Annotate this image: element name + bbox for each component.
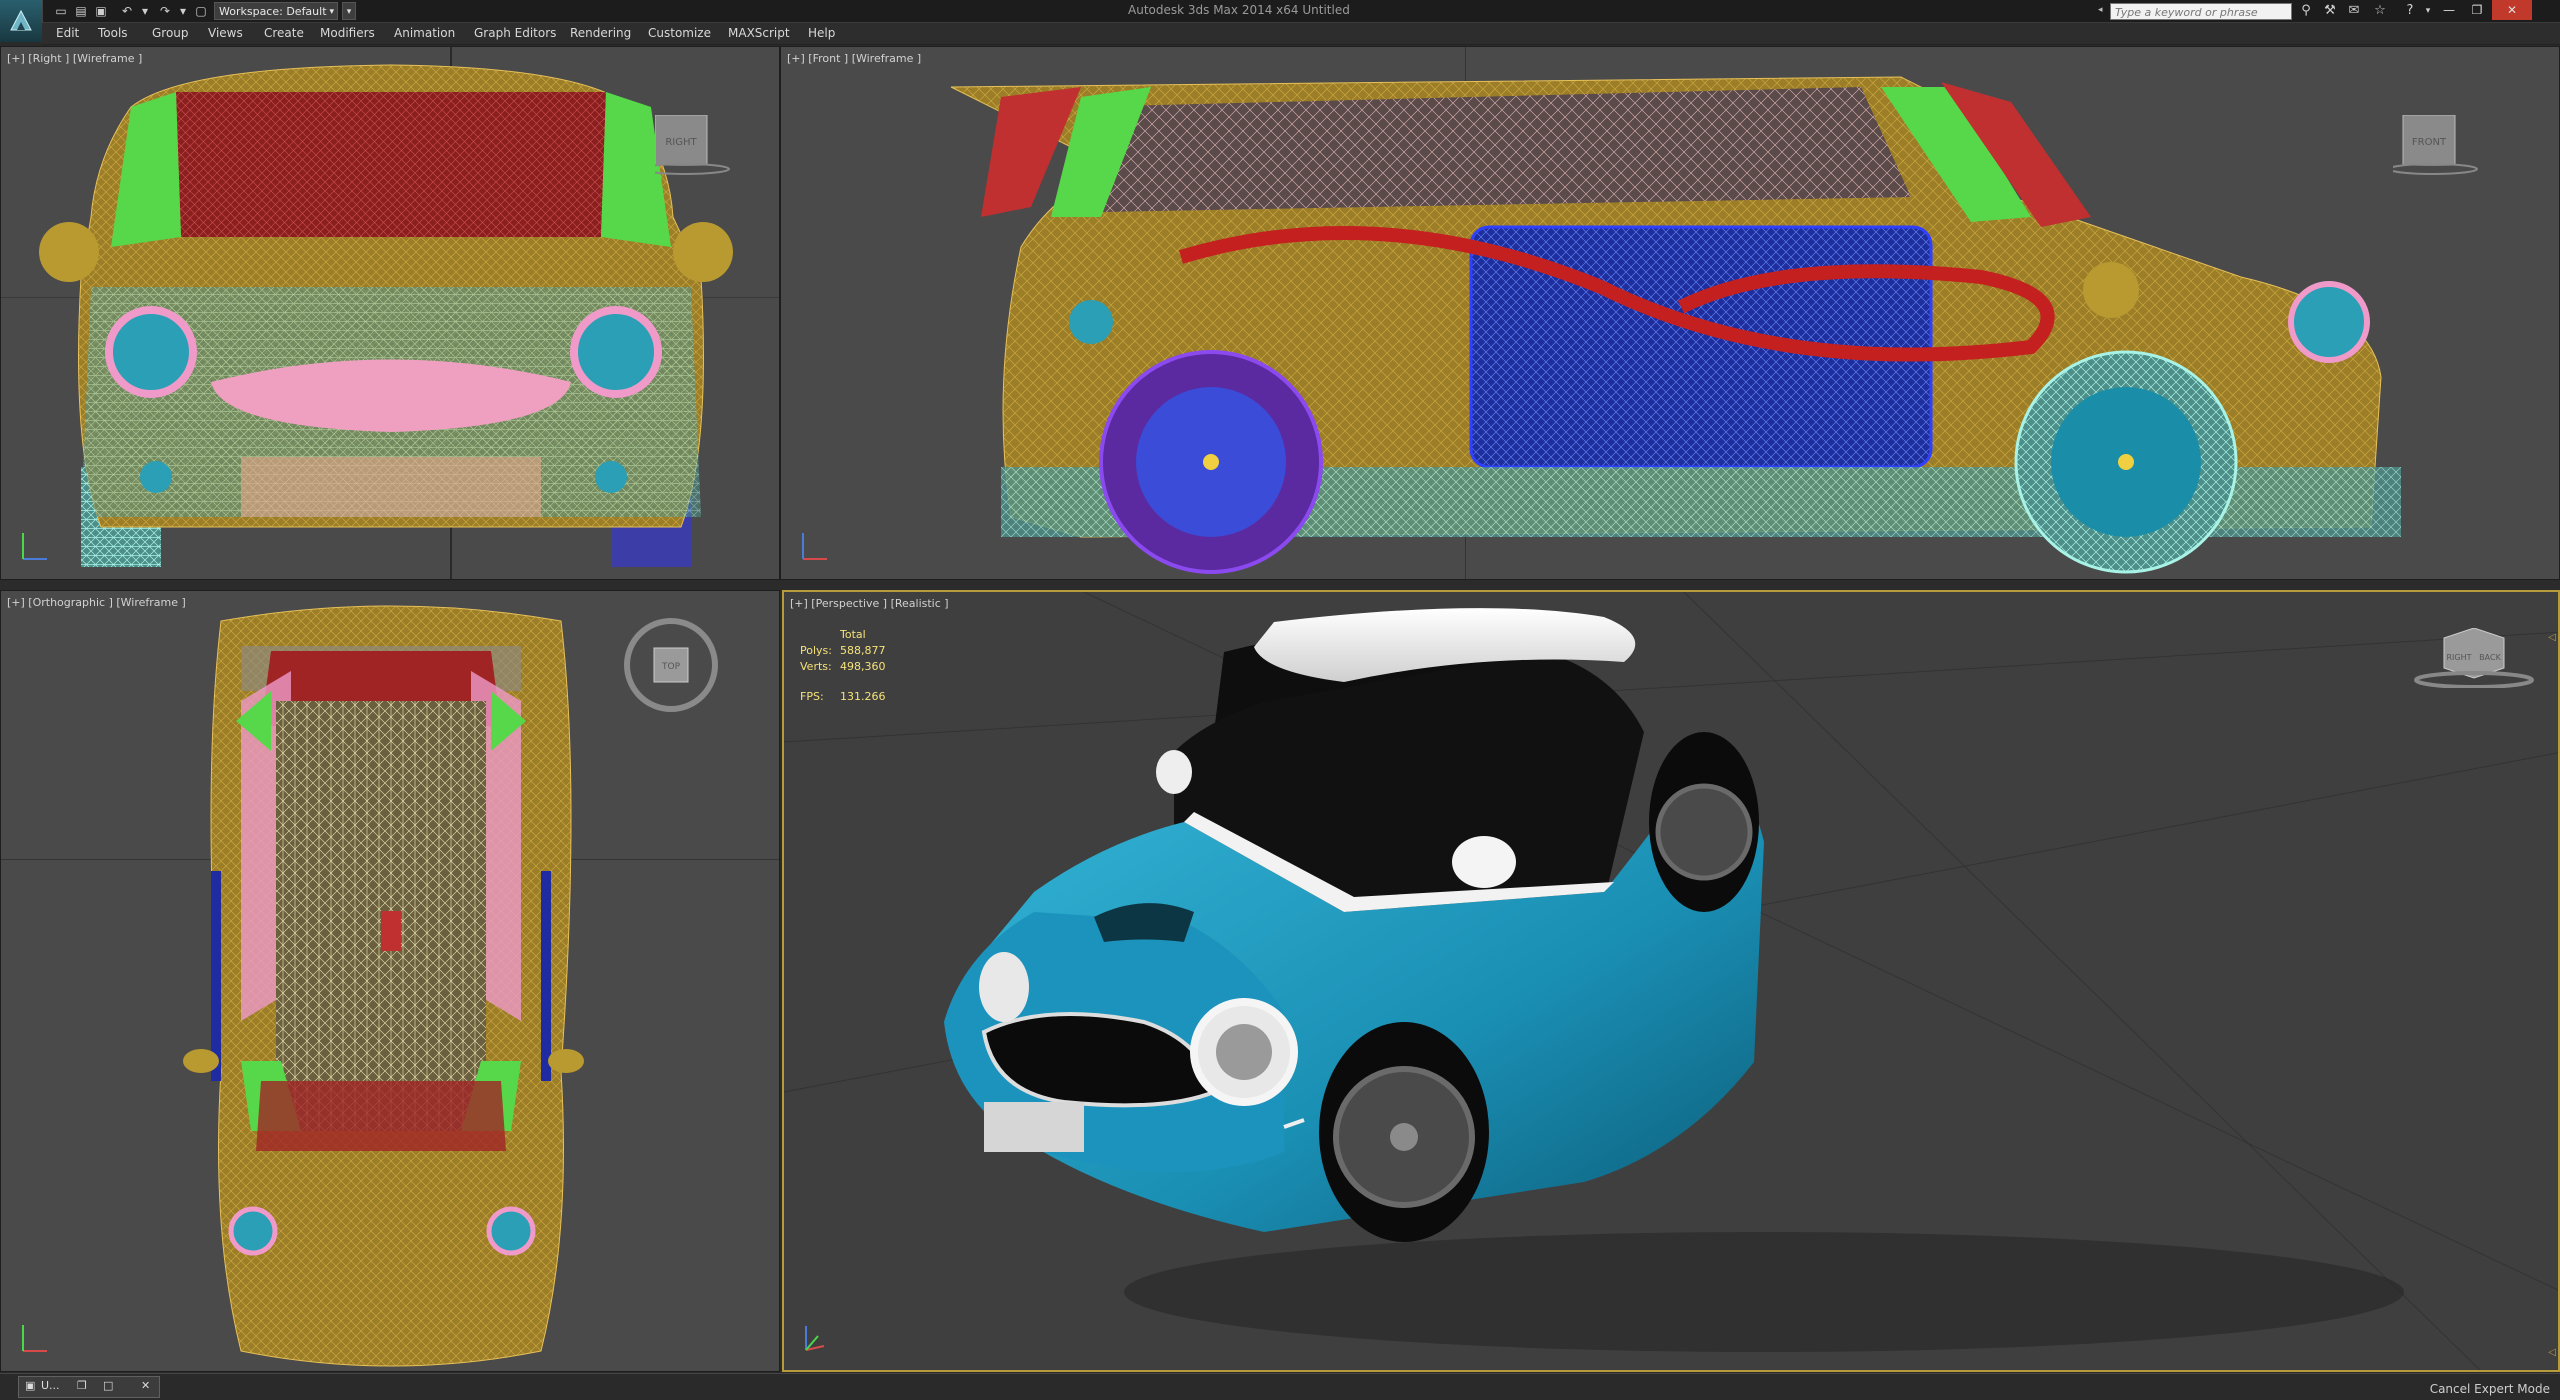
viewcube-face-label-right: BACK xyxy=(2479,653,2501,662)
viewcube[interactable]: RIGHT xyxy=(640,114,755,179)
viewport-edge-marker-icon: ◁ xyxy=(2548,632,2556,643)
close-button[interactable]: ✕ xyxy=(2492,0,2532,20)
menu-customize[interactable]: Customize xyxy=(648,26,711,40)
new-file-icon[interactable]: ▭ xyxy=(52,2,70,20)
quick-access-dropdown-icon[interactable]: ▾ xyxy=(342,2,356,20)
menu-create[interactable]: Create xyxy=(264,26,304,40)
help-icon[interactable]: ? xyxy=(2400,2,2420,20)
menu-modifiers[interactable]: Modifiers xyxy=(320,26,375,40)
maximize-icon[interactable]: □ xyxy=(103,1379,113,1392)
minimized-window-label: U... xyxy=(41,1379,60,1392)
restore-button[interactable]: ❐ xyxy=(2464,0,2490,20)
menu-bar: Edit Tools Group Views Create Modifiers … xyxy=(42,23,2560,45)
viewport-orthographic[interactable]: [+] [Orthographic ] [Wireframe ] TOP xyxy=(0,590,780,1372)
axis-tripod-icon xyxy=(805,1326,825,1351)
cancel-expert-mode-button[interactable]: Cancel Expert Mode xyxy=(2430,1382,2550,1396)
app-menu-button[interactable] xyxy=(0,0,43,42)
search-expand-icon[interactable]: ◂ xyxy=(2098,5,2103,15)
binoculars-icon[interactable]: ⚲ xyxy=(2296,2,2316,20)
menu-group[interactable]: Group xyxy=(152,26,189,40)
axis-tripod-icon xyxy=(802,533,827,560)
project-folder-icon[interactable]: ▢ xyxy=(192,2,210,20)
viewport-edge-marker-icon: ◁ xyxy=(2548,1347,2556,1358)
search-input[interactable]: Type a keyword or phrase xyxy=(2110,3,2292,20)
status-bar: ▣ U... ❐ □ ✕ Cancel Expert Mode xyxy=(0,1373,2560,1400)
viewcube-icon: FRONT xyxy=(2388,114,2478,175)
viewcube[interactable]: TOP xyxy=(621,615,721,719)
save-file-icon[interactable]: ▣ xyxy=(92,2,110,20)
workspace-selector[interactable]: Workspace: Default ▾ xyxy=(214,2,338,20)
open-file-icon[interactable]: ▤ xyxy=(72,2,90,20)
viewcube-face-label: TOP xyxy=(661,662,681,672)
app-logo-icon xyxy=(10,9,32,31)
car-side-wireframe xyxy=(950,76,2401,574)
viewcube-icon: TOP xyxy=(624,618,718,712)
chevron-down-icon: ▾ xyxy=(329,7,334,17)
car-render xyxy=(944,608,2404,1352)
window-title: Autodesk 3ds Max 2014 x64 Untitled xyxy=(1128,3,1350,17)
restore-icon[interactable]: ❐ xyxy=(77,1379,87,1392)
viewcube-icon: RIGHT xyxy=(640,114,730,175)
axis-tripod-icon xyxy=(22,533,47,560)
menu-edit[interactable]: Edit xyxy=(56,26,79,40)
undo-icon[interactable]: ↶ xyxy=(118,2,136,20)
viewport-right[interactable]: [+] [Right ] [Wireframe ] RIGHT xyxy=(0,46,780,580)
subscription-icon[interactable]: ⚒ xyxy=(2320,2,2340,20)
help-dropdown-icon[interactable]: ▾ xyxy=(2418,2,2438,20)
viewport-perspective[interactable]: [+] [Perspective ] [Realistic ] Total Po… xyxy=(782,590,2560,1372)
redo-icon[interactable]: ↷ xyxy=(156,2,174,20)
menu-graph-editors[interactable]: Graph Editors xyxy=(474,26,556,40)
minimize-button[interactable]: — xyxy=(2436,0,2462,20)
workspace-label: Workspace: Default xyxy=(219,5,327,18)
viewcube-face-label-left: RIGHT xyxy=(2446,653,2471,662)
viewcube-icon: RIGHT BACK xyxy=(2414,627,2534,689)
viewcube-face-label: FRONT xyxy=(2412,137,2447,148)
viewcube[interactable]: FRONT xyxy=(2388,114,2493,179)
viewcube[interactable]: RIGHT BACK xyxy=(2404,627,2534,692)
menu-maxscript[interactable]: MAXScript xyxy=(728,26,790,40)
viewcube-face-label: RIGHT xyxy=(665,137,697,148)
window-icon: ▣ xyxy=(25,1379,36,1392)
communication-center-icon[interactable]: ✉ xyxy=(2344,2,2364,20)
redo-dropdown-icon[interactable]: ▾ xyxy=(174,2,192,20)
close-icon[interactable]: ✕ xyxy=(141,1379,150,1392)
favorites-icon[interactable]: ☆ xyxy=(2370,2,2390,20)
viewport-front[interactable]: [+] [Front ] [Wireframe ] FRONT xyxy=(780,46,2560,580)
menu-views[interactable]: Views xyxy=(208,26,243,40)
undo-dropdown-icon[interactable]: ▾ xyxy=(136,2,154,20)
axis-tripod-icon xyxy=(22,1325,47,1352)
menu-help[interactable]: Help xyxy=(808,26,835,40)
menu-tools[interactable]: Tools xyxy=(98,26,128,40)
menu-rendering[interactable]: Rendering xyxy=(570,26,631,40)
minimized-window[interactable]: ▣ U... ❐ □ ✕ xyxy=(18,1376,160,1398)
menu-animation[interactable]: Animation xyxy=(394,26,455,40)
title-bar: ▭ ▤ ▣ ↶ ▾ ↷ ▾ ▢ Workspace: Default ▾ ▾ A… xyxy=(0,0,2560,42)
